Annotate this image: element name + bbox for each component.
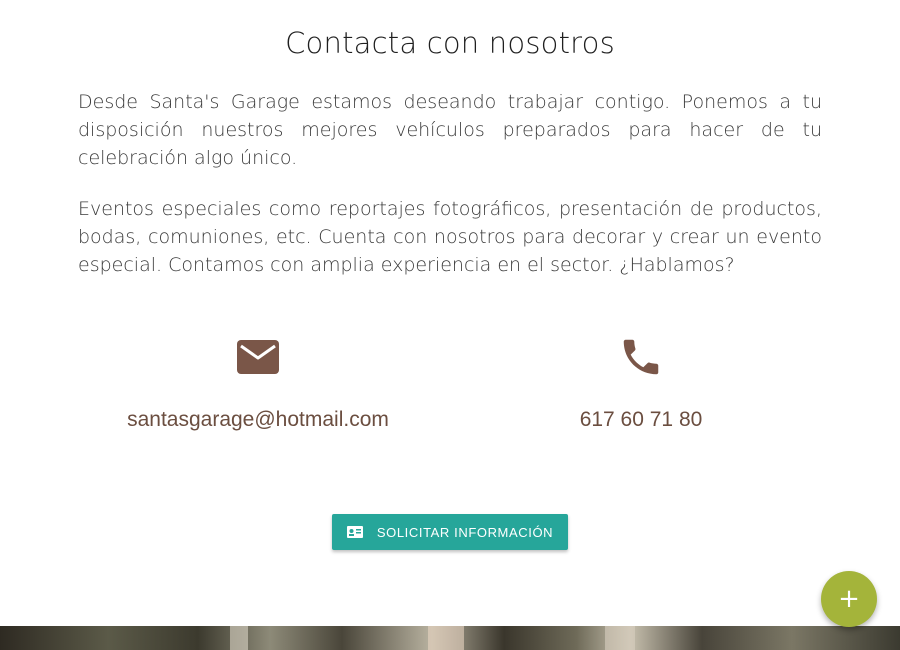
intro-paragraph: Desde Santa's Garage estamos deseando tr…: [78, 91, 822, 169]
plus-fab-button[interactable]: +: [821, 571, 877, 627]
phone-contact: 617 60 71 80: [441, 334, 841, 432]
plus-icon: +: [838, 584, 860, 614]
page-title: Contacta con nosotros: [285, 26, 615, 60]
events-paragraph: Eventos especiales como reportajes fotog…: [78, 198, 822, 276]
mail-icon: [237, 340, 279, 374]
contact-card-icon: [346, 526, 363, 538]
phone-link[interactable]: 617 60 71 80: [441, 408, 841, 432]
photo-highlight: [428, 626, 464, 650]
request-info-button[interactable]: SOLICITAR INFORMACIÓN: [332, 514, 568, 550]
email-contact: santasgarage@hotmail.com: [58, 334, 458, 432]
contact-section: Contacta con nosotros Desde Santa's Gara…: [0, 0, 900, 626]
phone-icon: [623, 339, 659, 375]
wedding-photo-banner: [0, 626, 900, 650]
photo-highlight: [605, 626, 635, 650]
email-link[interactable]: santasgarage@hotmail.com: [58, 408, 458, 432]
request-info-label: SOLICITAR INFORMACIÓN: [376, 524, 554, 540]
photo-highlight: [230, 626, 248, 650]
